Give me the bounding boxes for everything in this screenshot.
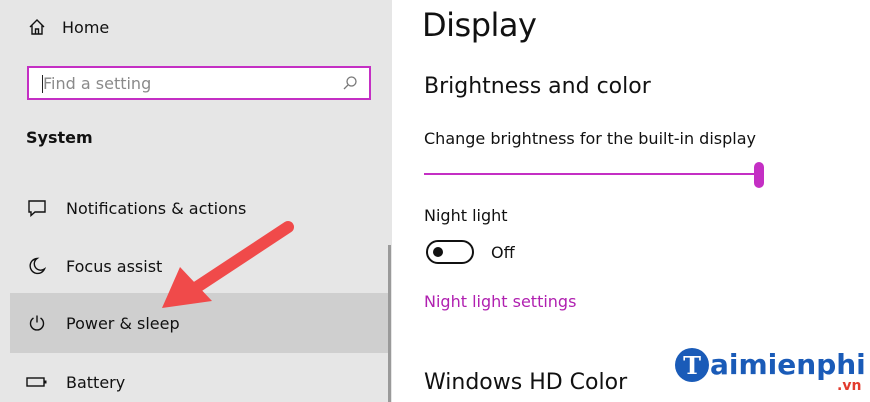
moon-icon [26, 255, 48, 277]
watermark-letter: T [675, 348, 709, 382]
home-label: Home [62, 17, 110, 37]
night-light-label: Night light [424, 206, 508, 225]
sidebar-scrollbar[interactable] [388, 245, 391, 402]
battery-icon [26, 371, 48, 393]
search-icon[interactable] [337, 75, 363, 91]
section-heading-hd-color: Windows HD Color [424, 370, 628, 395]
pointer-arrow-annotation [162, 221, 294, 308]
watermark-suffix: .vn [837, 378, 862, 394]
message-icon [26, 197, 48, 219]
text-caret [42, 75, 43, 93]
sidebar-item-label: Power & sleep [66, 313, 180, 333]
taimienphi-watermark-logo: T aimienphi .vn [675, 348, 866, 394]
section-heading-brightness: Brightness and color [424, 74, 651, 99]
brightness-label: Change brightness for the built-in displ… [424, 129, 756, 148]
night-light-toggle[interactable] [426, 240, 474, 264]
slider-track[interactable] [424, 173, 758, 175]
sidebar-item-label: Focus assist [66, 256, 163, 276]
home-icon [26, 16, 48, 38]
section-title-system: System [26, 128, 93, 147]
sidebar-item-label: Battery [66, 372, 126, 392]
home-nav-item[interactable]: Home [10, 14, 388, 40]
toggle-knob [433, 247, 443, 257]
watermark-text: aimienphi [710, 348, 866, 381]
sidebar-item-battery[interactable]: Battery [10, 362, 388, 402]
search-box[interactable] [27, 66, 371, 100]
power-icon [26, 312, 48, 334]
night-light-settings-link[interactable]: Night light settings [424, 292, 576, 311]
page-title: Display [422, 6, 537, 44]
search-input[interactable] [29, 68, 337, 98]
night-light-state: Off [491, 243, 515, 262]
settings-sidebar: Home System Notifications & actions Focu… [0, 0, 392, 402]
display-settings-panel: Display Brightness and color Change brig… [392, 0, 870, 402]
slider-thumb[interactable] [754, 162, 764, 188]
brightness-slider[interactable] [424, 160, 768, 190]
